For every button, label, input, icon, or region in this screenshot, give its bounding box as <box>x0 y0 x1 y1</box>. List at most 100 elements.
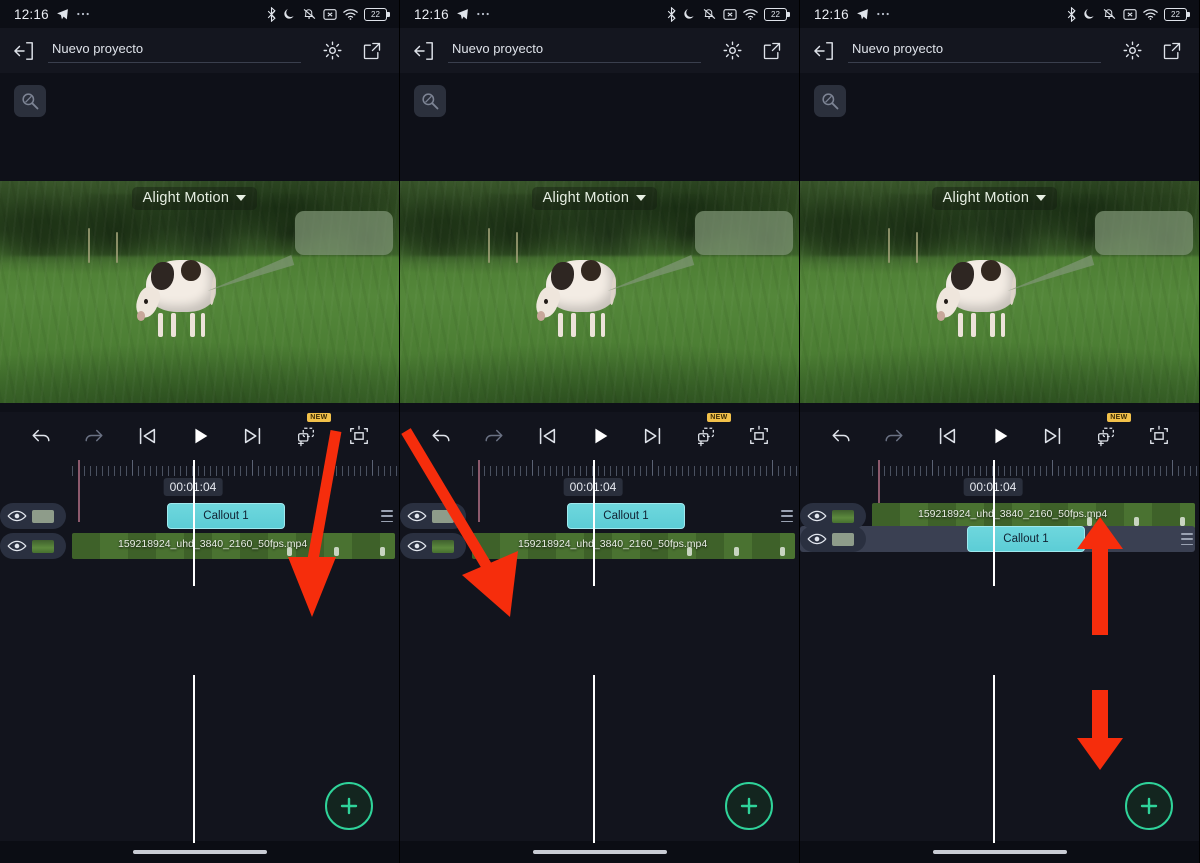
add-button[interactable] <box>325 782 373 830</box>
layer-controls[interactable] <box>800 526 866 552</box>
add-layer-button[interactable]: NEW <box>689 413 731 453</box>
play-button[interactable] <box>983 419 1017 453</box>
undo-button[interactable] <box>824 419 858 453</box>
export-button[interactable] <box>1157 36 1187 66</box>
add-button[interactable] <box>1125 782 1173 830</box>
layer-track[interactable]: Callout 1 <box>472 503 795 529</box>
skip-to-start-button[interactable] <box>930 419 964 453</box>
timeline-ruler[interactable] <box>472 460 799 476</box>
layer-row-video[interactable]: 159218924_uhd_3840_2160_50fps.mp4 <box>400 533 799 559</box>
add-layer-button[interactable]: NEW <box>1089 413 1131 453</box>
fence-post <box>487 227 490 264</box>
settings-button[interactable] <box>317 36 347 66</box>
layer-options-handle[interactable] <box>781 510 793 522</box>
cow-leg <box>158 312 164 337</box>
video-preview[interactable]: Alight Motion <box>400 181 799 403</box>
fit-to-screen-button[interactable] <box>742 419 776 453</box>
skip-to-start-button[interactable] <box>530 419 564 453</box>
playhead[interactable] <box>193 460 195 586</box>
eye-icon[interactable] <box>807 532 827 546</box>
layer-controls[interactable] <box>400 503 466 529</box>
cow-leg <box>1000 312 1006 337</box>
playhead[interactable] <box>993 460 995 586</box>
skip-to-end-button[interactable] <box>236 419 270 453</box>
cow-eye <box>143 298 148 305</box>
layer-track[interactable]: Callout 1 <box>72 503 395 529</box>
eye-icon[interactable] <box>407 539 427 553</box>
layer-row-callout[interactable]: Callout 1 <box>0 503 399 529</box>
timeline-ruler[interactable] <box>872 460 1199 476</box>
layer-controls[interactable] <box>0 533 66 559</box>
eye-icon[interactable] <box>7 539 27 553</box>
clip-video[interactable]: 159218924_uhd_3840_2160_50fps.mp4 <box>72 533 395 559</box>
timeline-ruler[interactable] <box>72 460 399 476</box>
fit-to-screen-button[interactable] <box>342 419 376 453</box>
redo-button[interactable] <box>77 419 111 453</box>
layer-row-video[interactable]: 159218924_uhd_3840_2160_50fps.mp4 <box>0 533 399 559</box>
timeline[interactable]: 00:01:04 159218924_uhd_3840_2160_50fps.m… <box>800 460 1199 586</box>
nav-gesture-pill[interactable] <box>132 850 267 854</box>
layer-options-handle[interactable] <box>381 510 393 522</box>
skip-to-end-button[interactable] <box>636 419 670 453</box>
undo-button[interactable] <box>424 419 458 453</box>
watermark[interactable]: Alight Motion <box>131 187 258 210</box>
skip-to-end-button[interactable] <box>1036 419 1070 453</box>
add-button[interactable] <box>725 782 773 830</box>
play-button[interactable] <box>583 419 617 453</box>
play-button[interactable] <box>183 419 217 453</box>
callout-bubble[interactable] <box>1095 211 1193 255</box>
wifi-icon <box>1143 8 1158 20</box>
clip-video[interactable]: 159218924_uhd_3840_2160_50fps.mp4 <box>472 533 795 559</box>
layer-track[interactable]: 159218924_uhd_3840_2160_50fps.mp4 <box>72 533 395 559</box>
redo-button[interactable] <box>877 419 911 453</box>
layer-row-callout[interactable]: Callout 1 <box>800 526 1199 552</box>
clip-callout-1[interactable]: Callout 1 <box>967 526 1085 552</box>
settings-button[interactable] <box>717 36 747 66</box>
nav-gesture-pill[interactable] <box>932 850 1067 854</box>
clip-callout-1[interactable]: Callout 1 <box>567 503 685 529</box>
zoom-button[interactable] <box>414 85 446 117</box>
undo-button[interactable] <box>24 419 58 453</box>
eye-icon[interactable] <box>7 509 27 523</box>
callout-bubble[interactable] <box>295 211 393 255</box>
nav-gesture-pill[interactable] <box>532 850 667 854</box>
callout-bubble[interactable] <box>695 211 793 255</box>
timeline[interactable]: 00:01:04 Callout 1 159218924_uhd_3840_21… <box>0 460 399 586</box>
video-preview[interactable]: Alight Motion <box>0 181 399 403</box>
add-layer-icon <box>297 427 314 447</box>
app-header: Nuevo proyecto <box>800 28 1199 73</box>
clip-callout-1[interactable]: Callout 1 <box>167 503 285 529</box>
layer-track[interactable]: Callout 1 <box>872 526 1195 552</box>
settings-button[interactable] <box>1117 36 1147 66</box>
project-name-input[interactable]: Nuevo proyecto <box>48 39 301 63</box>
back-button[interactable] <box>10 37 38 65</box>
layer-row-callout[interactable]: Callout 1 <box>400 503 799 529</box>
eye-icon[interactable] <box>407 509 427 523</box>
redo-button[interactable] <box>477 419 511 453</box>
timeline[interactable]: 00:01:04 Callout 1 159218924_uhd_3840_21… <box>400 460 799 586</box>
zoom-button[interactable] <box>14 85 46 117</box>
layer-controls[interactable] <box>400 533 466 559</box>
fence-post <box>887 227 890 264</box>
cow-eye <box>943 298 948 305</box>
back-button[interactable] <box>410 37 438 65</box>
playhead[interactable] <box>593 460 595 586</box>
eye-icon[interactable] <box>807 509 827 523</box>
undo-icon <box>831 429 850 442</box>
back-button[interactable] <box>810 37 838 65</box>
ruler-major-tick <box>532 460 533 475</box>
video-preview[interactable]: Alight Motion <box>800 181 1199 403</box>
layer-controls[interactable] <box>0 503 66 529</box>
export-button[interactable] <box>757 36 787 66</box>
layer-options-handle[interactable] <box>1181 533 1193 545</box>
project-name-input[interactable]: Nuevo proyecto <box>848 39 1101 63</box>
add-layer-button[interactable]: NEW <box>289 413 331 453</box>
layer-track[interactable]: 159218924_uhd_3840_2160_50fps.mp4 <box>472 533 795 559</box>
export-button[interactable] <box>357 36 387 66</box>
watermark[interactable]: Alight Motion <box>931 187 1058 210</box>
watermark[interactable]: Alight Motion <box>531 187 658 210</box>
fit-to-screen-button[interactable] <box>1142 419 1176 453</box>
skip-to-start-button[interactable] <box>130 419 164 453</box>
project-name-input[interactable]: Nuevo proyecto <box>448 39 701 63</box>
zoom-button[interactable] <box>814 85 846 117</box>
